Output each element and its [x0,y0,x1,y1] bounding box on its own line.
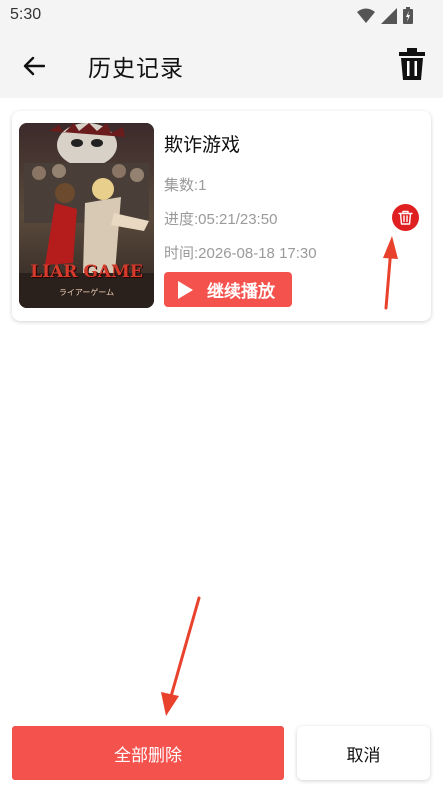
app-bar: 历史记录 [0,32,443,98]
play-icon [178,280,193,299]
status-icons [357,7,413,24]
history-item-card[interactable]: LIAR GAME ライアーゲーム 欺诈游戏 集数:1 进度:05:21/23:… [12,111,431,321]
status-time: 5:30 [10,6,42,23]
back-button[interactable] [18,50,50,82]
cancel-button[interactable]: 取消 [297,726,430,780]
arrow-left-icon [23,56,45,76]
trash-icon [398,210,413,225]
trash-icon [399,48,425,80]
delete-item-button[interactable] [392,204,419,231]
status-bar: 5:30 [0,0,443,32]
item-watch-time: 时间:2026-08-18 17:30 [164,245,317,262]
battery-icon [403,7,413,24]
poster-subcaption: ライアーゲーム [58,288,115,297]
poster-caption: LIAR GAME [30,262,143,282]
resume-play-label: 继续播放 [207,282,275,302]
clear-history-button[interactable] [399,48,431,84]
page-title: 历史记录 [88,56,184,82]
poster-image: LIAR GAME ライアーゲーム [19,123,154,308]
resume-play-button[interactable]: 继续播放 [164,272,292,307]
delete-all-button[interactable]: 全部删除 [12,726,284,780]
signal-icon [381,7,397,24]
item-title: 欺诈游戏 [164,134,241,156]
annotation-arrow-delete-all [161,596,201,716]
item-progress: 进度:05:21/23:50 [164,211,278,228]
item-episode: 集数:1 [164,177,207,194]
wifi-icon [357,8,375,23]
